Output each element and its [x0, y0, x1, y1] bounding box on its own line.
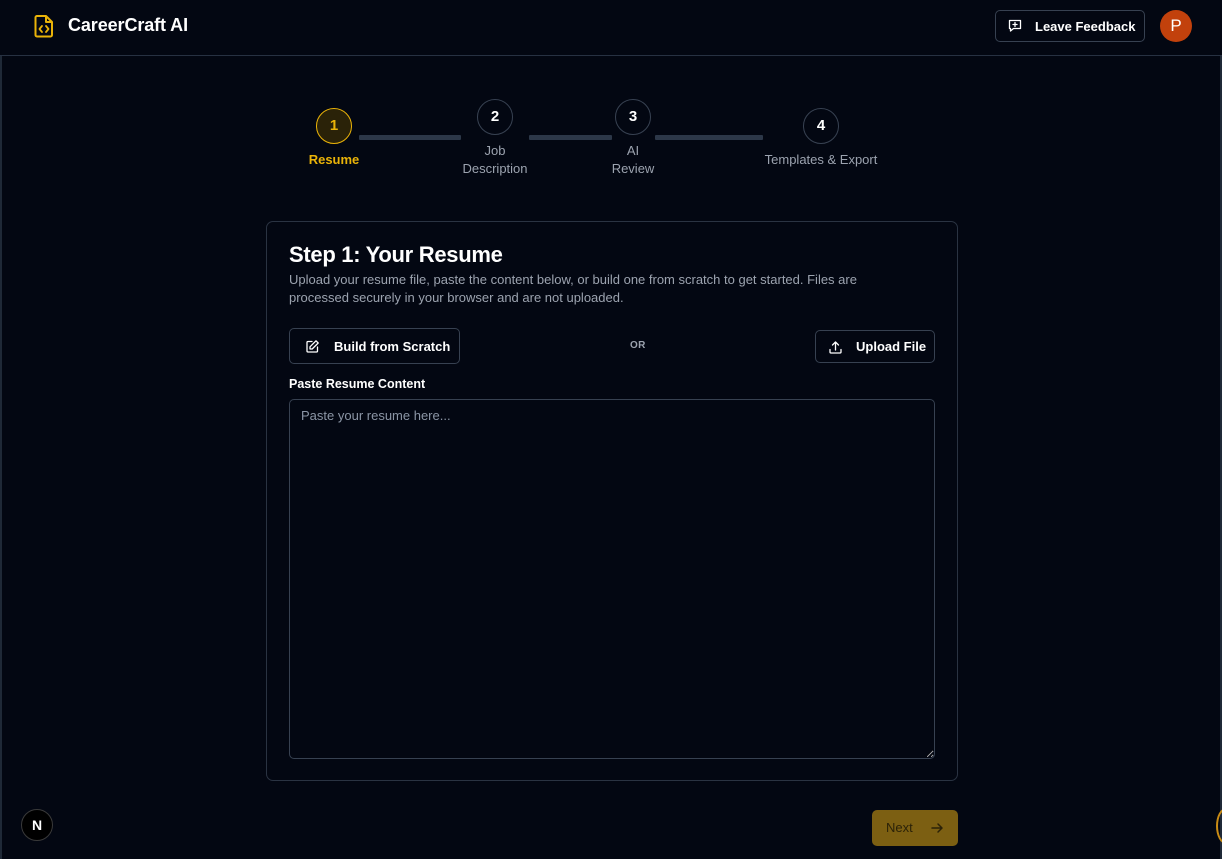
step-1-label: Resume	[308, 152, 360, 167]
build-from-scratch-button[interactable]: Build from Scratch	[289, 328, 460, 364]
step-2-label-line2: Description	[462, 161, 528, 176]
resume-step-card: Step 1: Your Resume Upload your resume f…	[266, 221, 958, 781]
step-connector	[655, 135, 763, 140]
step-3-circle[interactable]: 3	[615, 99, 651, 135]
upload-file-button[interactable]: Upload File	[815, 330, 935, 363]
step-3-label-line1: AI	[626, 143, 640, 158]
avatar[interactable]: P	[1160, 10, 1192, 42]
step-2-label-line1: Job	[484, 143, 506, 158]
resume-content-textarea[interactable]	[289, 399, 935, 759]
leave-feedback-label: Leave Feedback	[1035, 19, 1136, 34]
top-header: CareerCraft AI Leave Feedback P	[0, 0, 1222, 56]
step-3-label: AI Review	[593, 142, 673, 178]
or-divider-text: OR	[630, 340, 646, 351]
card-description: Upload your resume file, paste the conte…	[289, 272, 857, 305]
next-dev-indicator[interactable]: N	[21, 809, 53, 841]
message-plus-icon	[1008, 19, 1022, 32]
step-connector	[359, 135, 461, 140]
leave-feedback-button[interactable]: Leave Feedback	[995, 10, 1145, 42]
step-2-label: Job Description	[445, 142, 545, 178]
paste-resume-label: Paste Resume Content	[289, 377, 426, 391]
step-3-label-line2: Review	[611, 161, 655, 176]
arrow-right-icon	[931, 823, 943, 833]
upload-file-label: Upload File	[856, 339, 927, 354]
step-1-circle[interactable]: 1	[316, 108, 352, 144]
next-button[interactable]: Next	[872, 810, 958, 846]
app-title: CareerCraft AI	[68, 15, 188, 35]
step-2-circle[interactable]: 2	[477, 99, 513, 135]
build-from-scratch-label: Build from Scratch	[334, 339, 451, 354]
card-title: Step 1: Your Resume	[289, 242, 503, 267]
step-connector	[529, 135, 612, 140]
step-4-label: Templates & Export	[764, 152, 878, 167]
edit-square-icon	[306, 340, 319, 353]
file-code-icon	[34, 15, 53, 38]
upload-icon	[829, 341, 842, 354]
step-4-circle[interactable]: 4	[803, 108, 839, 144]
next-label: Next	[886, 820, 913, 835]
